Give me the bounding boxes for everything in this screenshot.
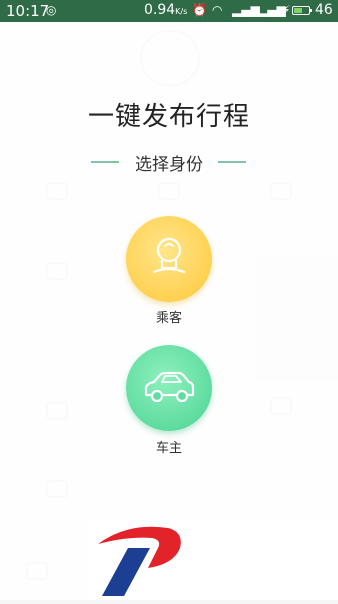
subtitle-row: 选择身份 xyxy=(0,150,338,175)
network-speed-unit: K/s xyxy=(175,7,188,16)
wifi-icon: ◠ xyxy=(212,3,223,17)
dialog-subtitle: 选择身份 xyxy=(135,155,203,175)
brand-logo xyxy=(88,518,338,600)
charging-icon: ⚡ xyxy=(282,3,291,17)
dialog-title: 一键发布行程 xyxy=(87,102,250,132)
subtitle-divider-right xyxy=(218,161,246,163)
signal-4g-icon: ▂▄▆ xyxy=(232,3,260,17)
battery-icon xyxy=(292,6,312,15)
alarm-icon: ⏰ xyxy=(192,3,207,17)
passenger-role-button[interactable] xyxy=(126,216,212,302)
battery-percent: 46 xyxy=(315,2,333,18)
app-notification-icon: ◎ xyxy=(46,3,57,17)
car-icon xyxy=(144,371,195,403)
network-speed-value: 0.94 xyxy=(144,2,176,18)
passenger-icon xyxy=(152,237,186,274)
status-time: 10:17 xyxy=(6,2,50,20)
passenger-role-label[interactable]: 乘客 xyxy=(119,307,219,326)
driver-role-button[interactable] xyxy=(126,345,212,431)
status-bar: 10:17 ◎ 0.94K/s ⏰ ◠ ▂▄▆ ▂▄▆ ⚡ 46 xyxy=(0,0,338,22)
driver-role-label[interactable]: 车主 xyxy=(119,437,219,456)
network-speed: 0.94K/s xyxy=(144,2,187,18)
brand-logo-icon xyxy=(98,526,181,596)
